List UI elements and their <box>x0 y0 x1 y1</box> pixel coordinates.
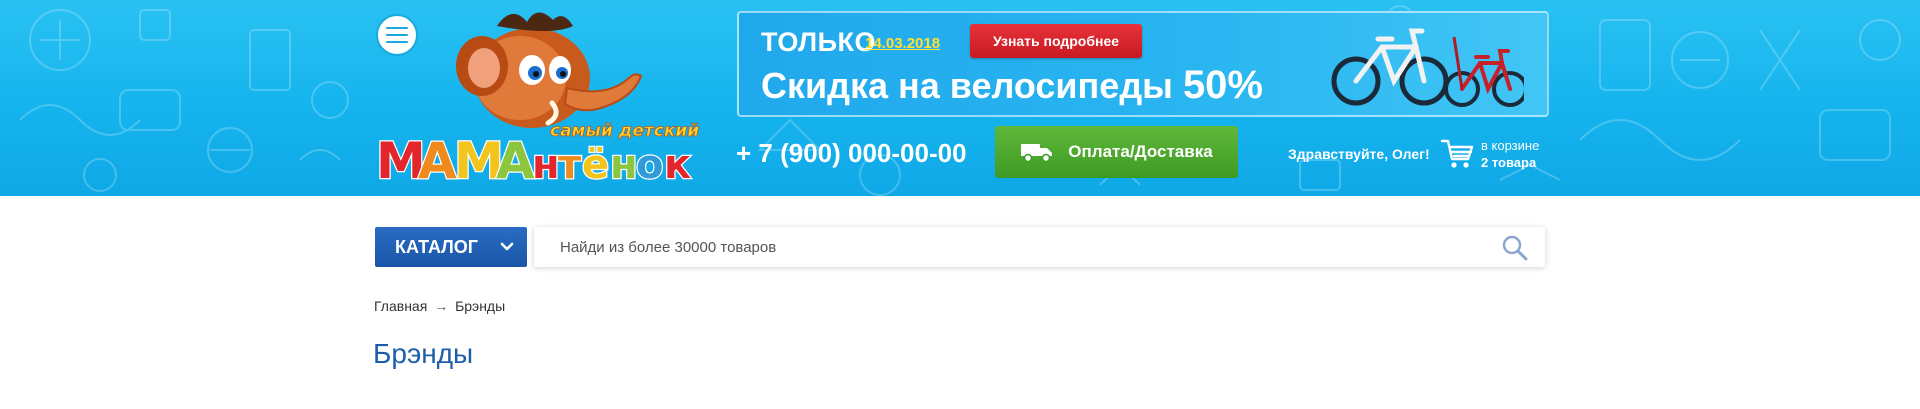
svg-text:самый детский: самый детский <box>550 121 699 141</box>
site-header: самый детский М А М А н т ё н о к ТОЛЬКО… <box>0 0 1920 196</box>
breadcrumb-separator: → <box>434 298 449 314</box>
promo-only-label: ТОЛЬКО <box>761 27 876 57</box>
user-greeting[interactable]: Здравствуйте, Олег! <box>1288 146 1430 162</box>
breadcrumb-current: Брэнды <box>455 298 506 314</box>
breadcrumb: Главная → Брэнды <box>374 298 505 314</box>
promo-headline: Скидка на велосипеды 50% <box>761 63 1263 108</box>
delivery-button[interactable]: Оплата/Доставка <box>995 126 1238 178</box>
menu-icon[interactable] <box>376 14 418 56</box>
promo-banner[interactable]: ТОЛЬКО 14.03.2018 Узнать подробнее Скидк… <box>737 11 1549 117</box>
truck-icon <box>1021 144 1053 163</box>
search-input[interactable] <box>534 227 1494 267</box>
promo-discount: 50% <box>1182 63 1263 107</box>
svg-text:о: о <box>636 142 663 188</box>
search-icon[interactable] <box>1501 234 1529 262</box>
svg-text:н: н <box>610 142 638 188</box>
svg-text:А: А <box>496 132 535 190</box>
catalog-button[interactable]: КАТАЛОГ <box>375 227 527 267</box>
cart-count: 2 товара <box>1481 155 1537 170</box>
chevron-down-icon <box>500 242 514 251</box>
cart-label: в корзине <box>1481 138 1540 153</box>
cart-icon[interactable] <box>1440 137 1474 171</box>
bikes-image <box>1331 28 1524 107</box>
promo-headline-text: Скидка на велосипеды <box>761 65 1173 106</box>
page-title: Брэнды <box>373 338 474 369</box>
search-box <box>534 227 1545 267</box>
catalog-button-label: КАТАЛОГ <box>395 236 479 257</box>
breadcrumb-home[interactable]: Главная <box>374 298 427 314</box>
svg-text:А: А <box>418 132 457 190</box>
phone-number[interactable]: + 7 (900) 000-00-00 <box>736 138 967 169</box>
svg-text:к: к <box>664 142 691 188</box>
svg-text:н: н <box>532 142 560 188</box>
svg-text:ё: ё <box>582 142 609 188</box>
logo[interactable]: самый детский М А М А н т ё н о к <box>372 8 712 190</box>
promo-date: 14.03.2018 <box>865 35 941 52</box>
promo-more-button[interactable]: Узнать подробнее <box>970 24 1142 58</box>
delivery-button-label: Оплата/Доставка <box>1068 142 1213 161</box>
svg-text:т: т <box>558 142 582 188</box>
cart-summary[interactable]: в корзине 2 товара <box>1481 137 1539 171</box>
